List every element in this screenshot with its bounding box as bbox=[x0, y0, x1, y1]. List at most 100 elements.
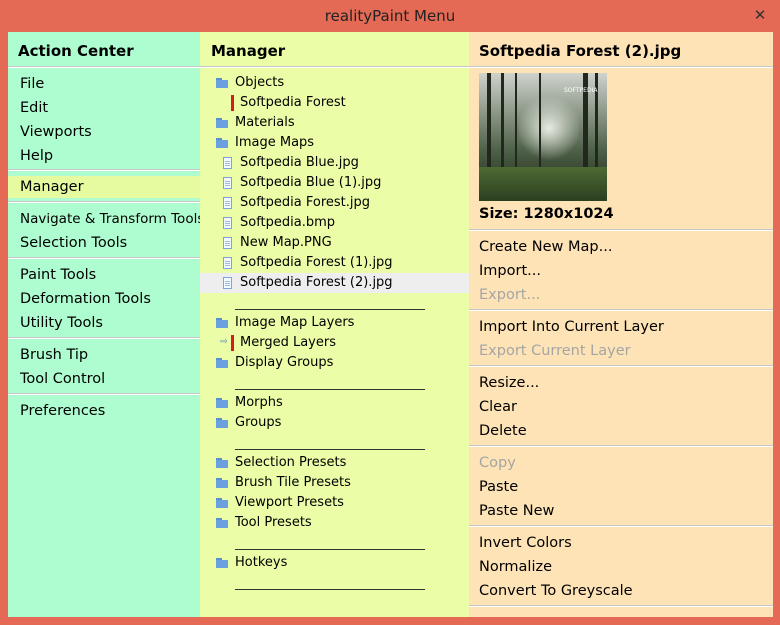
divider bbox=[469, 525, 773, 527]
document-icon bbox=[223, 237, 232, 249]
action-create-new-map[interactable]: Create New Map... bbox=[479, 235, 612, 259]
divider bbox=[469, 229, 773, 231]
menu-utility-tools[interactable]: Utility Tools bbox=[20, 311, 103, 335]
action-center-panel: Action Center File Edit Viewports Help M… bbox=[8, 32, 200, 617]
menu-navigate-transform-tools[interactable]: Navigate & Transform Tools bbox=[20, 207, 200, 231]
separator-line bbox=[235, 449, 425, 450]
menu-help[interactable]: Help bbox=[20, 144, 53, 168]
tree-item-image-map[interactable]: Softpedia Blue.jpg bbox=[240, 153, 359, 173]
action-import[interactable]: Import... bbox=[479, 259, 541, 283]
tree-item-groups[interactable]: Groups bbox=[235, 413, 281, 433]
divider bbox=[469, 309, 773, 311]
folder-icon bbox=[216, 558, 229, 568]
tree-item-hotkeys[interactable]: Hotkeys bbox=[235, 553, 287, 573]
action-paste[interactable]: Paste bbox=[479, 475, 518, 499]
folder-icon bbox=[216, 458, 229, 468]
divider bbox=[8, 201, 200, 203]
document-icon bbox=[223, 197, 232, 209]
separator-line bbox=[235, 589, 425, 590]
menu-manager[interactable]: Manager bbox=[20, 175, 84, 199]
tree-item-image-map[interactable]: Softpedia Forest (1).jpg bbox=[240, 253, 393, 273]
divider bbox=[469, 605, 773, 607]
details-panel: Softpedia Forest (2).jpg SOFTPEDIA Size:… bbox=[469, 32, 773, 617]
folder-icon bbox=[216, 418, 229, 428]
manager-heading: Manager bbox=[211, 42, 286, 60]
document-icon bbox=[223, 277, 232, 289]
tree-item-image-map[interactable]: Softpedia Forest.jpg bbox=[240, 193, 370, 213]
title-bar[interactable]: realityPaint Menu ✕ bbox=[0, 0, 780, 32]
tree-item-merged-layers[interactable]: Merged Layers bbox=[240, 333, 336, 353]
close-icon[interactable]: ✕ bbox=[752, 6, 768, 24]
action-invert-colors[interactable]: Invert Colors bbox=[479, 531, 572, 555]
divider bbox=[8, 66, 200, 68]
red-marker-icon bbox=[231, 95, 234, 111]
divider bbox=[469, 365, 773, 367]
menu-deformation-tools[interactable]: Deformation Tools bbox=[20, 287, 151, 311]
divider bbox=[8, 169, 200, 171]
details-heading: Softpedia Forest (2).jpg bbox=[479, 42, 682, 60]
divider bbox=[8, 257, 200, 259]
menu-paint-tools[interactable]: Paint Tools bbox=[20, 263, 96, 287]
action-import-into-current-layer[interactable]: Import Into Current Layer bbox=[479, 315, 664, 339]
divider bbox=[469, 66, 773, 68]
tree-item-image-map-selected[interactable]: Softpedia Forest (2).jpg bbox=[240, 273, 393, 293]
menu-file[interactable]: File bbox=[20, 72, 44, 96]
divider bbox=[8, 393, 200, 395]
tree-item-image-map[interactable]: New Map.PNG bbox=[240, 233, 332, 253]
action-copy: Copy bbox=[479, 455, 516, 471]
tree-item-image-maps[interactable]: Image Maps bbox=[235, 133, 314, 153]
action-resize[interactable]: Resize... bbox=[479, 371, 539, 395]
menu-viewports[interactable]: Viewports bbox=[20, 120, 92, 144]
action-delete[interactable]: Delete bbox=[479, 419, 527, 443]
menu-edit[interactable]: Edit bbox=[20, 96, 48, 120]
tree-item-objects[interactable]: Objects bbox=[235, 73, 284, 93]
window: realityPaint Menu ✕ Action Center File E… bbox=[0, 0, 780, 625]
divider bbox=[469, 445, 773, 447]
action-clear[interactable]: Clear bbox=[479, 395, 517, 419]
folder-icon bbox=[216, 518, 229, 528]
window-title: realityPaint Menu bbox=[324, 7, 456, 25]
folder-icon bbox=[216, 358, 229, 368]
folder-icon bbox=[216, 398, 229, 408]
tree-item-image-map[interactable]: Softpedia Blue (1).jpg bbox=[240, 173, 381, 193]
document-icon bbox=[223, 257, 232, 269]
tree-item-morphs[interactable]: Morphs bbox=[235, 393, 283, 413]
image-size-label: Size: 1280x1024 bbox=[479, 206, 614, 222]
manager-panel: Manager Objects Softpedia Forest Materia… bbox=[200, 32, 469, 617]
tree-item-image-map-layers[interactable]: Image Map Layers bbox=[235, 313, 354, 333]
tree-item-brush-tile-presets[interactable]: Brush Tile Presets bbox=[235, 473, 351, 493]
separator-line bbox=[235, 389, 425, 390]
folder-icon bbox=[216, 118, 229, 128]
thumbnail-logo: SOFTPEDIA bbox=[564, 87, 598, 94]
action-center-heading: Action Center bbox=[18, 42, 134, 60]
folder-icon bbox=[216, 498, 229, 508]
tree-item-viewport-presets[interactable]: Viewport Presets bbox=[235, 493, 344, 513]
divider bbox=[200, 66, 469, 68]
action-export: Export... bbox=[479, 287, 541, 303]
tree-item-display-groups[interactable]: Display Groups bbox=[235, 353, 333, 373]
menu-tool-control[interactable]: Tool Control bbox=[20, 367, 105, 391]
action-paste-new[interactable]: Paste New bbox=[479, 499, 554, 523]
action-convert-to-greyscale[interactable]: Convert To Greyscale bbox=[479, 579, 633, 603]
document-icon bbox=[223, 157, 232, 169]
document-icon bbox=[223, 217, 232, 229]
tree-item-softpedia-forest[interactable]: Softpedia Forest bbox=[240, 93, 346, 113]
separator-line bbox=[235, 309, 425, 310]
folder-icon bbox=[216, 478, 229, 488]
action-export-current-layer: Export Current Layer bbox=[479, 343, 631, 359]
menu-preferences[interactable]: Preferences bbox=[20, 399, 105, 423]
image-thumbnail: SOFTPEDIA bbox=[479, 73, 607, 201]
menu-selection-tools[interactable]: Selection Tools bbox=[20, 231, 127, 255]
separator-line bbox=[235, 549, 425, 550]
folder-icon bbox=[216, 138, 229, 148]
red-marker-icon bbox=[231, 335, 234, 351]
menu-brush-tip[interactable]: Brush Tip bbox=[20, 343, 88, 367]
document-icon bbox=[223, 177, 232, 189]
arrow-icon: ⇨ bbox=[220, 337, 228, 347]
tree-item-tool-presets[interactable]: Tool Presets bbox=[235, 513, 312, 533]
tree-item-materials[interactable]: Materials bbox=[235, 113, 295, 133]
tree-item-selection-presets[interactable]: Selection Presets bbox=[235, 453, 346, 473]
divider bbox=[8, 337, 200, 339]
tree-item-image-map[interactable]: Softpedia.bmp bbox=[240, 213, 335, 233]
action-normalize[interactable]: Normalize bbox=[479, 555, 552, 579]
